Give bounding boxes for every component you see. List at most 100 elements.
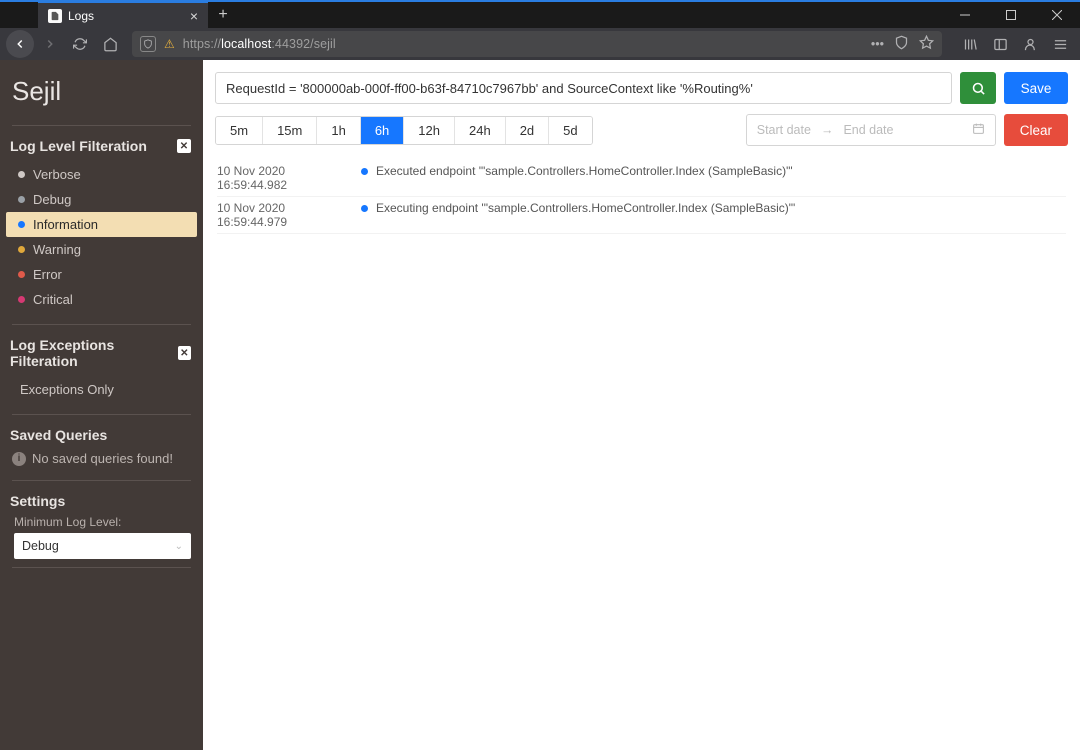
min-log-level-label: Minimum Log Level: — [0, 511, 203, 533]
close-window-button[interactable] — [1034, 2, 1080, 28]
saved-queries-empty: i No saved queries found! — [0, 445, 203, 472]
query-input[interactable]: RequestId = '800000ab-000f-ff00-b63f-847… — [215, 72, 952, 104]
level-dot-icon — [18, 271, 25, 278]
level-label: Debug — [33, 192, 71, 207]
time-range-button[interactable]: 5m — [216, 117, 263, 144]
level-dot-icon — [18, 221, 25, 228]
new-tab-button[interactable]: + — [208, 2, 238, 28]
minimize-button[interactable] — [942, 2, 988, 28]
min-log-level-select[interactable]: Debug ⌄ — [14, 533, 191, 559]
min-log-level-value: Debug — [22, 539, 59, 553]
log-level-dot-icon — [361, 205, 368, 212]
log-level-title: Log Level Filteration — [10, 138, 147, 154]
chevron-down-icon: ⌄ — [175, 541, 183, 552]
reload-button[interactable] — [66, 30, 94, 58]
save-button[interactable]: Save — [1004, 72, 1068, 104]
settings-title: Settings — [10, 493, 65, 509]
log-level-dot-icon — [361, 168, 368, 175]
time-range-button[interactable]: 1h — [317, 117, 360, 144]
brand-title: Sejil — [0, 70, 203, 117]
log-message: Executing endpoint '"sample.Controllers.… — [376, 201, 795, 215]
level-label: Verbose — [33, 167, 81, 182]
level-label: Critical — [33, 292, 73, 307]
time-range-group: 5m15m1h6h12h24h2d5d — [215, 116, 593, 145]
log-level-list: Verbose Debug Information Warning Error Criti… — [0, 156, 203, 316]
level-label: Warning — [33, 242, 81, 257]
browser-toolbar: ⚠ https://localhost:44392/sejil ••• — [0, 28, 1080, 60]
time-range-button[interactable]: 2d — [506, 117, 549, 144]
url-bar[interactable]: ⚠ https://localhost:44392/sejil ••• — [132, 31, 942, 57]
level-dot-icon — [18, 246, 25, 253]
hamburger-menu-icon[interactable] — [1046, 30, 1074, 58]
tab-close-icon[interactable]: × — [190, 8, 198, 24]
filters-row: 5m15m1h6h12h24h2d5d Start date → End dat… — [215, 114, 1068, 146]
log-timestamp: 10 Nov 2020 16:59:44.979 — [217, 201, 347, 229]
info-icon: i — [12, 452, 26, 466]
app-root: Sejil Log Level Filteration ✕ Verbose Deb… — [0, 60, 1080, 750]
search-button[interactable] — [960, 72, 996, 104]
saved-queries-empty-text: No saved queries found! — [32, 451, 173, 466]
sidebar: Sejil Log Level Filteration ✕ Verbose Deb… — [0, 60, 203, 750]
browser-tab[interactable]: Logs × — [38, 2, 208, 28]
clear-button[interactable]: Clear — [1004, 114, 1068, 146]
log-level-header: Log Level Filteration ✕ — [0, 134, 203, 156]
time-range-button[interactable]: 15m — [263, 117, 317, 144]
exceptions-only-item[interactable]: Exceptions Only — [6, 377, 197, 402]
content: RequestId = '800000ab-000f-ff00-b63f-847… — [203, 60, 1080, 750]
log-table: 10 Nov 2020 16:59:44.982 Executed endpoi… — [215, 160, 1068, 234]
forward-button[interactable] — [36, 30, 64, 58]
log-row[interactable]: 10 Nov 2020 16:59:44.979 Executing endpo… — [217, 197, 1066, 234]
saved-queries-title: Saved Queries — [10, 427, 107, 443]
tracking-icon[interactable] — [894, 35, 909, 53]
clear-level-filter-button[interactable]: ✕ — [177, 139, 191, 153]
saved-queries-header: Saved Queries — [0, 423, 203, 445]
bookmark-star-icon[interactable] — [919, 35, 934, 53]
date-range-picker[interactable]: Start date → End date — [746, 114, 996, 146]
start-date-placeholder: Start date — [757, 123, 811, 137]
time-range-button[interactable]: 24h — [455, 117, 506, 144]
log-level-item[interactable]: Debug — [6, 187, 197, 212]
tab-title: Logs — [68, 9, 94, 23]
exceptions-header: Log Exceptions Filteration ✕ — [0, 333, 203, 371]
time-range-button[interactable]: 6h — [361, 117, 404, 144]
level-dot-icon — [18, 296, 25, 303]
log-level-item[interactable]: Warning — [6, 237, 197, 262]
arrow-right-icon: → — [821, 123, 834, 137]
shield-icon — [140, 36, 156, 52]
maximize-button[interactable] — [988, 2, 1034, 28]
level-dot-icon — [18, 171, 25, 178]
calendar-icon — [972, 122, 985, 138]
end-date-placeholder: End date — [843, 123, 893, 137]
log-level-item[interactable]: Critical — [6, 287, 197, 312]
clear-exceptions-filter-button[interactable]: ✕ — [178, 346, 191, 360]
titlebar: Logs × + — [0, 0, 1080, 28]
level-label: Error — [33, 267, 62, 282]
level-label: Information — [33, 217, 98, 232]
search-icon — [971, 81, 986, 96]
home-button[interactable] — [96, 30, 124, 58]
exceptions-only-label: Exceptions Only — [18, 382, 114, 397]
log-level-item[interactable]: Information — [6, 212, 197, 237]
favicon — [48, 9, 62, 23]
window-controls — [942, 2, 1080, 28]
level-dot-icon — [18, 196, 25, 203]
sidebar-toggle-icon[interactable] — [986, 30, 1014, 58]
exceptions-title: Log Exceptions Filteration — [10, 337, 178, 369]
library-icon[interactable] — [956, 30, 984, 58]
tab-strip: Logs × + — [0, 2, 238, 28]
time-range-button[interactable]: 5d — [549, 117, 591, 144]
lock-warning-icon: ⚠ — [164, 37, 175, 51]
log-row[interactable]: 10 Nov 2020 16:59:44.982 Executed endpoi… — [217, 160, 1066, 197]
account-icon[interactable] — [1016, 30, 1044, 58]
query-text: RequestId = '800000ab-000f-ff00-b63f-847… — [226, 81, 753, 96]
back-button[interactable] — [6, 30, 34, 58]
log-message: Executed endpoint '"sample.Controllers.H… — [376, 164, 793, 178]
log-level-item[interactable]: Error — [6, 262, 197, 287]
log-timestamp: 10 Nov 2020 16:59:44.982 — [217, 164, 347, 192]
time-range-button[interactable]: 12h — [404, 117, 455, 144]
log-level-item[interactable]: Verbose — [6, 162, 197, 187]
meatball-icon[interactable]: ••• — [871, 37, 884, 51]
query-row: RequestId = '800000ab-000f-ff00-b63f-847… — [215, 72, 1068, 104]
url-text: https://localhost:44392/sejil — [183, 37, 336, 51]
settings-header: Settings — [0, 489, 203, 511]
